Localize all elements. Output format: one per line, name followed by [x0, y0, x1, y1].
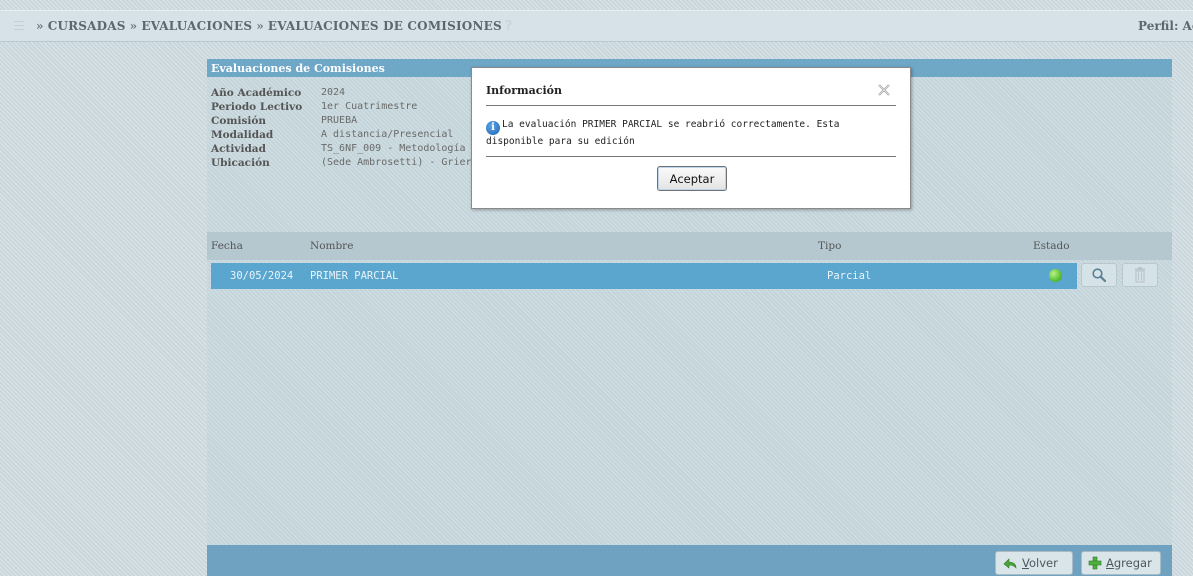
magnifier-icon: [1092, 268, 1107, 283]
info-value: PRUEBA: [321, 115, 358, 126]
breadcrumb-separator: »: [256, 19, 264, 33]
info-row-anio: Año Académico 2024: [211, 86, 484, 100]
back-arrow-icon: [1003, 558, 1017, 569]
column-header-fecha[interactable]: Fecha: [211, 240, 243, 252]
breadcrumb-item-evaluaciones-de-comisiones: EVALUACIONES DE COMISIONES: [267, 19, 502, 33]
info-value: 1er Cuatrimestre: [321, 101, 418, 112]
volver-label: olver: [1028, 556, 1058, 570]
column-header-nombre[interactable]: Nombre: [310, 240, 353, 252]
info-label: Modalidad: [211, 129, 274, 141]
agregar-label: gregar: [1113, 556, 1152, 570]
dialog-message: i La evaluación PRIMER PARCIAL se reabrió…: [486, 118, 896, 149]
column-header-tipo[interactable]: Tipo: [818, 240, 841, 252]
row-tipo: Parcial: [827, 270, 872, 282]
info-label: Año Académico: [211, 87, 302, 99]
table-row[interactable]: 30/05/2024 PRIMER PARCIAL Parcial: [211, 263, 1077, 289]
add-plus-icon: [1088, 556, 1102, 570]
info-value: TS_6NF_009 - Metodología d: [321, 143, 478, 154]
info-label: Actividad: [211, 143, 266, 155]
row-fecha: 30/05/2024: [230, 270, 294, 282]
perfil-label[interactable]: Perfil: Ac: [1138, 19, 1193, 33]
info-row-actividad: Actividad TS_6NF_009 - Metodología d: [211, 142, 484, 156]
info-value: (Sede Ambrosetti) - Grierso: [321, 157, 484, 168]
info-dialog: Información i La evaluación PRIMER PARCIA…: [471, 67, 911, 209]
view-button[interactable]: [1081, 263, 1117, 287]
info-icon: i: [486, 121, 500, 135]
column-header-estado[interactable]: Estado: [1033, 240, 1070, 252]
panel-footer: Volver Agregar: [207, 545, 1172, 576]
close-icon[interactable]: [876, 82, 892, 98]
volver-mnemonic: V: [1022, 556, 1029, 570]
dialog-divider: [486, 105, 896, 106]
info-label: Periodo Lectivo: [211, 101, 303, 113]
aceptar-button[interactable]: Aceptar: [657, 166, 727, 191]
info-list: Año Académico 2024 Periodo Lectivo 1er C…: [211, 86, 484, 170]
top-bar: » CURSADAS» EVALUACIONES» EVALUACIONES DE C…: [0, 10, 1193, 42]
dialog-divider: [486, 156, 896, 157]
volver-button[interactable]: Volver: [995, 551, 1073, 575]
breadcrumb-item-cursadas[interactable]: CURSADAS: [48, 19, 126, 33]
dialog-title: Información: [486, 84, 562, 97]
info-value: A distancia/Presencial: [321, 129, 454, 140]
agregar-button[interactable]: Agregar: [1081, 551, 1161, 575]
info-label: Comisión: [211, 115, 266, 127]
agregar-mnemonic: A: [1106, 556, 1114, 570]
row-nombre: PRIMER PARCIAL: [310, 270, 399, 282]
breadcrumb-separator: »: [129, 19, 138, 33]
menu-icon[interactable]: [14, 21, 24, 30]
delete-button[interactable]: [1122, 263, 1158, 287]
info-row-modalidad: Modalidad A distancia/Presencial: [211, 128, 484, 142]
info-row-comision: Comisión PRUEBA: [211, 114, 484, 128]
status-indicator: [1049, 269, 1062, 282]
help-icon[interactable]: ?: [505, 19, 513, 34]
trash-icon: [1135, 267, 1145, 283]
dialog-message-text: La evaluación PRIMER PARCIAL se reabrió …: [486, 119, 840, 147]
breadcrumb-separator: »: [36, 19, 44, 33]
grid-header: Fecha Nombre Tipo Estado: [207, 232, 1172, 260]
breadcrumb: » CURSADAS» EVALUACIONES» EVALUACIONES DE C…: [36, 19, 513, 34]
breadcrumb-item-evaluaciones[interactable]: EVALUACIONES: [141, 19, 252, 33]
info-value: 2024: [321, 87, 346, 98]
info-row-ubicacion: Ubicación (Sede Ambrosetti) - Grierso: [211, 156, 484, 170]
info-label: Ubicación: [211, 157, 270, 169]
info-row-periodo: Periodo Lectivo 1er Cuatrimestre: [211, 100, 484, 114]
